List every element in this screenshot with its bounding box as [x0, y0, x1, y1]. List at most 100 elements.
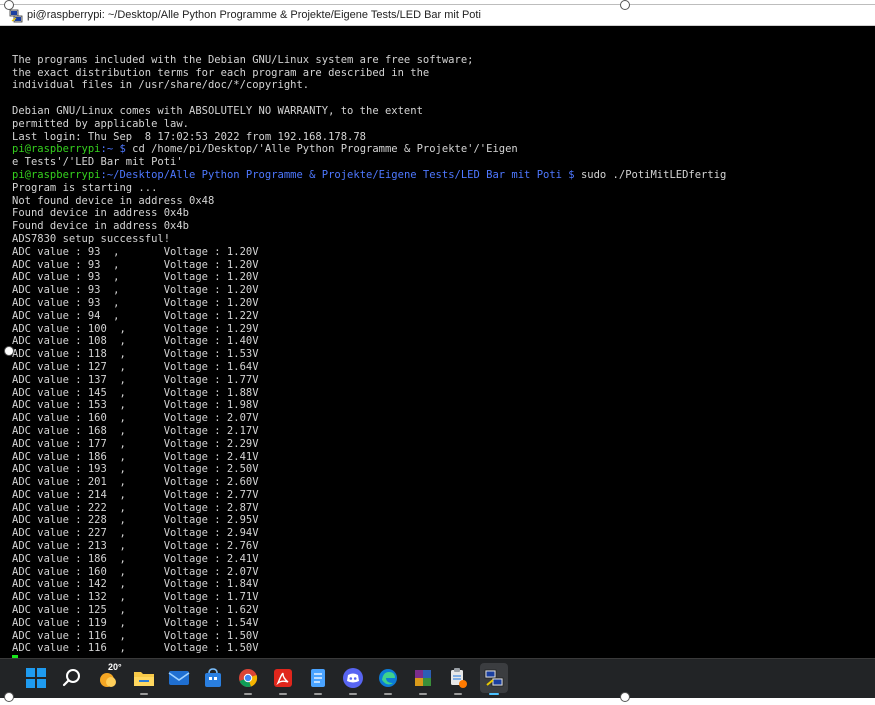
prompt-path: :~/Desktop/Alle Python Programme & Proje… [100, 168, 581, 181]
terminal-line: Program is starting ... [12, 182, 157, 194]
terminal-line: Found device in address 0x4b [12, 220, 189, 232]
resize-handle-top-left[interactable] [4, 0, 14, 10]
title-bar[interactable]: pi@raspberrypi: ~/Desktop/Alle Python Pr… [0, 4, 875, 26]
terminal-text-segment: ADC value : 132 , Voltage : 1.71V [12, 591, 259, 604]
terminal-line: ADC value : 118 , Voltage : 1.53V [12, 348, 259, 360]
window-title: pi@raspberrypi: ~/Desktop/Alle Python Pr… [27, 9, 481, 21]
terminal-text-segment: ADC value : 127 , Voltage : 1.64V [12, 360, 259, 373]
prompt-path: :~ $ [100, 143, 133, 156]
terminal-line: ADC value : 201 , Voltage : 2.60V [12, 476, 259, 488]
store-button[interactable] [200, 665, 226, 691]
search-button[interactable] [59, 665, 85, 691]
resize-handle-bottom-middle[interactable] [620, 692, 630, 702]
terminal-text-segment: the exact distribution terms for each pr… [12, 66, 430, 79]
clipboard-app-button[interactable] [445, 665, 471, 695]
winrar-button[interactable] [410, 665, 436, 695]
terminal-text: The programs included with the Debian GN… [12, 41, 726, 658]
chrome-button[interactable] [235, 665, 261, 695]
terminal-line: e Tests'/'LED Bar mit Poti' [12, 156, 183, 168]
terminal-text-segment: ADC value : 228 , Voltage : 2.95V [12, 514, 259, 527]
running-indicator [279, 693, 287, 695]
discord-button[interactable] [340, 665, 366, 695]
terminal-text-segment: e Tests'/'LED Bar mit Poti' [12, 156, 183, 169]
terminal-line: the exact distribution terms for each pr… [12, 67, 429, 79]
terminal-text-segment: ADC value : 186 , Voltage : 2.41V [12, 552, 259, 565]
resize-handle-left-middle[interactable] [4, 346, 14, 356]
terminal-line: pi@raspberrypi:~ $ cd /home/pi/Desktop/'… [12, 143, 518, 155]
terminal-line: ADC value : 108 , Voltage : 1.40V [12, 335, 259, 347]
weather-widget[interactable]: 20° [95, 662, 122, 691]
resize-handle-top-middle[interactable] [620, 0, 630, 10]
terminal-text-segment: Found device in address 0x4b [12, 207, 190, 220]
terminal-text-segment: Not found device in address 0x48 [12, 194, 215, 207]
terminal-line: Last login: Thu Sep 8 17:02:53 2022 from… [12, 131, 366, 143]
terminal-text-segment: ADS7830 setup successful! [12, 232, 171, 245]
terminal-output[interactable]: The programs included with the Debian GN… [0, 26, 875, 658]
running-indicator [384, 693, 392, 695]
terminal-text-segment: sudo ./PotiMitLEDfertig [580, 168, 727, 181]
terminal-text-segment: individual files in /usr/share/doc/*/cop… [12, 79, 310, 92]
edge-button[interactable] [375, 665, 401, 695]
terminal-line: ADC value : 116 , Voltage : 1.50V [12, 630, 259, 642]
terminal-line: ADC value : 116 , Voltage : 1.50V [12, 642, 259, 654]
terminal-line: Not found device in address 0x48 [12, 195, 214, 207]
running-indicator [140, 693, 148, 695]
terminal-text-segment: ADC value : 93 , Voltage : 1.20V [12, 296, 259, 309]
terminal-line: ADC value : 186 , Voltage : 2.41V [12, 553, 259, 565]
discord-icon [343, 668, 363, 688]
terminal-text-segment: ADC value : 222 , Voltage : 2.87V [12, 501, 259, 514]
terminal-text-segment: ADC value : 177 , Voltage : 2.29V [12, 437, 259, 450]
terminal-line: Debian GNU/Linux comes with ABSOLUTELY N… [12, 105, 423, 117]
terminal-line: ADC value : 125 , Voltage : 1.62V [12, 604, 259, 616]
terminal-line: ADC value : 168 , Voltage : 2.17V [12, 425, 259, 437]
terminal-text-segment: ADC value : 93 , Voltage : 1.20V [12, 271, 259, 284]
terminal-line: ADC value : 160 , Voltage : 2.07V [12, 412, 259, 424]
mail-button[interactable] [166, 665, 192, 691]
putty-icon [9, 8, 23, 23]
windows-logo-icon [26, 668, 46, 688]
terminal-text-segment: Debian GNU/Linux comes with ABSOLUTELY N… [12, 104, 423, 117]
acrobat-icon [274, 669, 292, 687]
temperature-badge: 20° [108, 662, 122, 672]
file-explorer-button[interactable] [131, 665, 157, 695]
start-button[interactable] [23, 665, 49, 691]
terminal-line: ADC value : 228 , Voltage : 2.95V [12, 514, 259, 526]
putty-button[interactable] [480, 663, 508, 695]
winrar-icon [415, 670, 431, 686]
terminal-line: ADC value : 94 , Voltage : 1.22V [12, 310, 259, 322]
terminal-text-segment: ADC value : 160 , Voltage : 2.07V [12, 565, 259, 578]
terminal-line: ADC value : 160 , Voltage : 2.07V [12, 566, 259, 578]
putty-icon [484, 669, 504, 687]
terminal-text-segment: ADC value : 142 , Voltage : 1.84V [12, 578, 259, 591]
running-indicator [244, 693, 252, 695]
chrome-icon [239, 669, 258, 688]
acrobat-button[interactable] [270, 665, 296, 695]
terminal-line: ADC value : 127 , Voltage : 1.64V [12, 361, 259, 373]
clipboard-app-icon [451, 668, 467, 688]
terminal-line: pi@raspberrypi:~/Desktop/Alle Python Pro… [12, 169, 726, 181]
terminal-text-segment: ADC value : 93 , Voltage : 1.20V [12, 258, 259, 271]
terminal-text-segment: cd /home/pi/Desktop/'Alle Python Program… [132, 143, 518, 156]
running-indicator [419, 693, 427, 695]
running-indicator [349, 693, 357, 695]
edge-icon [379, 669, 397, 687]
store-icon [205, 668, 221, 687]
notepad-icon [311, 669, 325, 687]
terminal-text-segment: ADC value : 118 , Voltage : 1.53V [12, 348, 259, 361]
terminal-line: ADC value : 186 , Voltage : 2.41V [12, 451, 259, 463]
folder-icon [134, 672, 154, 686]
terminal-line: ADC value : 214 , Voltage : 2.77V [12, 489, 259, 501]
terminal-text-segment: ADC value : 160 , Voltage : 2.07V [12, 412, 259, 425]
terminal-text-segment: ADC value : 93 , Voltage : 1.20V [12, 284, 259, 297]
terminal-text-segment: ADC value : 153 , Voltage : 1.98V [12, 399, 259, 412]
terminal-text-segment: ADC value : 214 , Voltage : 2.77V [12, 488, 259, 501]
terminal-line: Found device in address 0x4b [12, 207, 189, 219]
terminal-line: ADC value : 93 , Voltage : 1.20V [12, 271, 259, 283]
resize-handle-bottom-left[interactable] [4, 692, 14, 702]
terminal-line: ADC value : 142 , Voltage : 1.84V [12, 578, 259, 590]
terminal-line: ADC value : 227 , Voltage : 2.94V [12, 527, 259, 539]
terminal-text-segment: Found device in address 0x4b [12, 220, 190, 233]
terminal-line: ADC value : 100 , Voltage : 1.29V [12, 323, 259, 335]
active-indicator [489, 693, 499, 695]
notepad-button[interactable] [305, 665, 331, 695]
